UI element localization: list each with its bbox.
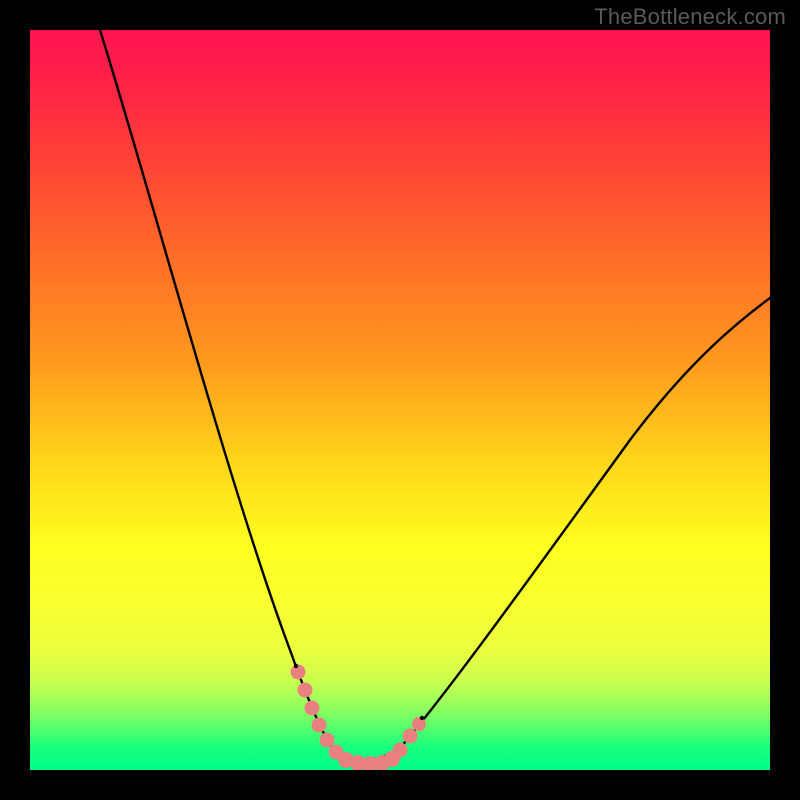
valley-markers-right [393,718,426,758]
watermark-text: TheBottleneck.com [594,4,786,30]
valley-markers-left [291,665,400,770]
curve-overlay [30,30,770,770]
plot-area [30,30,770,770]
left-curve [100,30,342,759]
right-curve [400,298,770,748]
chart-frame: TheBottleneck.com [0,0,800,800]
